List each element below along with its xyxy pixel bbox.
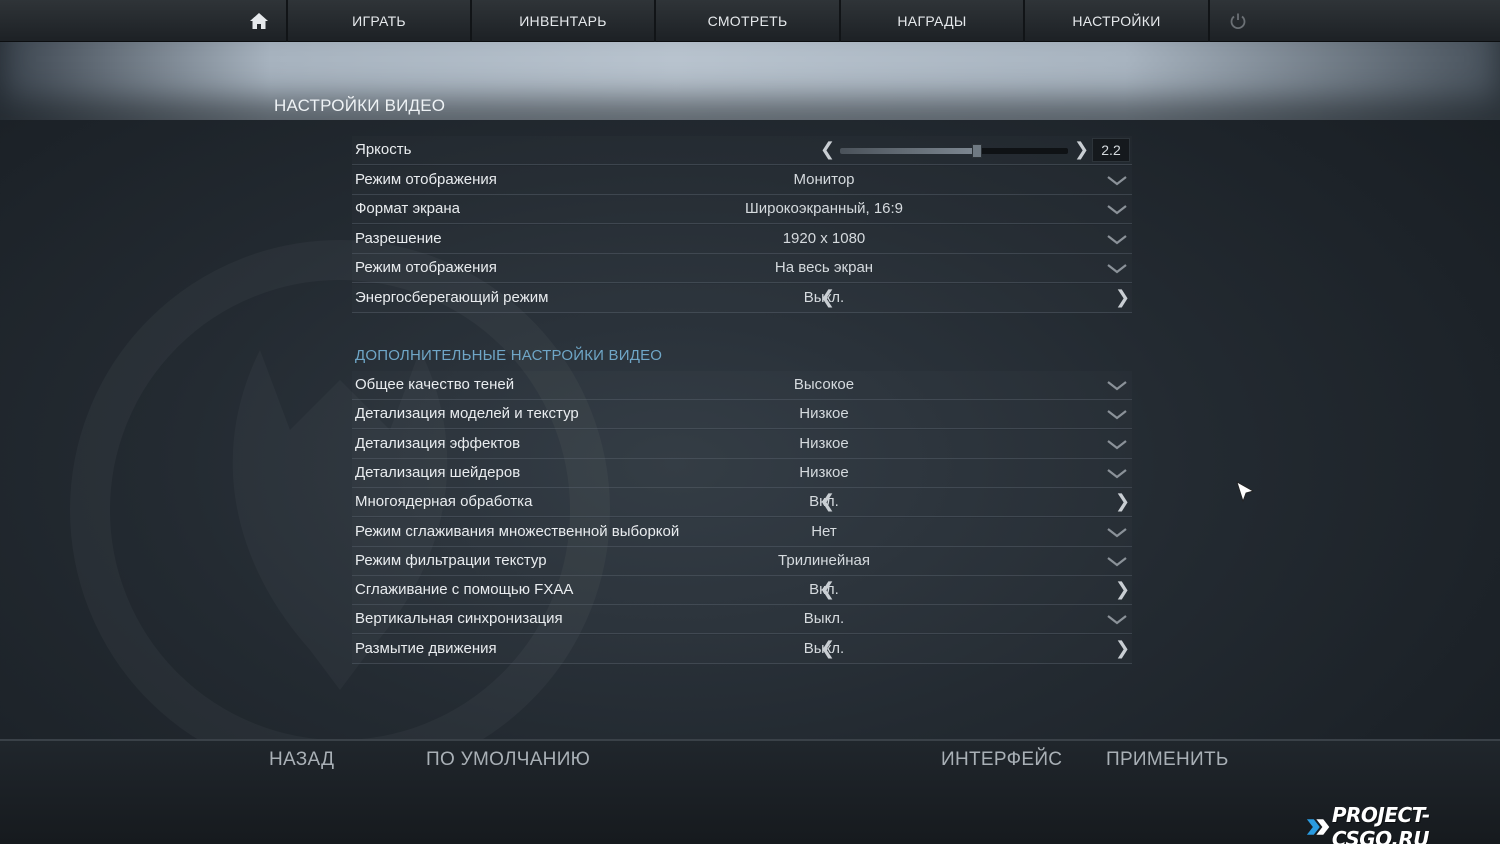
chevron-down-icon[interactable] (1107, 527, 1127, 539)
nav-home[interactable] (232, 0, 288, 42)
watermark: PROJECT-CSGO.RU (1306, 803, 1500, 844)
setting-value: 1920 x 1080 (782, 229, 866, 247)
setting-row[interactable]: Разрешение 1920 x 1080 (352, 225, 1132, 254)
mouse-cursor-icon (1236, 481, 1255, 503)
setting-value: Выкл. (803, 610, 845, 628)
watermark-text: PROJECT-CSGO.RU (1331, 803, 1430, 844)
setting-row[interactable]: Энергосберегающий режим Выкл. ❮ ❯ (352, 284, 1132, 313)
chevron-down-icon[interactable] (1107, 409, 1127, 421)
slider-fill (840, 148, 977, 154)
setting-row[interactable]: Детализация шейдеров Низкое (352, 459, 1132, 488)
setting-row[interactable]: Детализация эффектов Низкое (352, 430, 1132, 459)
brightness-value-input[interactable]: 2.2 (1092, 138, 1130, 162)
setting-label: Размытие движения (355, 639, 497, 657)
home-icon (250, 13, 268, 29)
setting-label: Режим отображения (355, 170, 497, 188)
chevron-down-icon[interactable] (1107, 263, 1127, 275)
setting-row[interactable]: Режим отображения Монитор (352, 166, 1132, 195)
setting-value: Трилинейная (778, 551, 870, 569)
arrow-right-icon[interactable]: ❯ (1115, 287, 1130, 308)
page-title: НАСТРОЙКИ ВИДЕО (274, 96, 446, 115)
nav-inventory[interactable]: ИНВЕНТАРЬ (472, 0, 656, 42)
setting-row[interactable]: Режим отображения На весь экран (352, 254, 1132, 283)
nav-awards[interactable]: НАГРАДЫ (841, 0, 1025, 42)
setting-value: На весь экран (774, 259, 874, 276)
setting-row[interactable]: Многоядерная обработка Вкл. ❮ ❯ (352, 488, 1132, 518)
nav-power[interactable] (1210, 0, 1266, 42)
chevron-down-icon[interactable] (1107, 234, 1127, 246)
setting-value: Монитор (793, 170, 855, 188)
slider-handle[interactable] (971, 144, 982, 158)
setting-label: Детализация шейдеров (355, 463, 521, 481)
interface-button[interactable]: ИНТЕРФЕЙС (941, 749, 1062, 771)
arrow-right-icon[interactable]: ❯ (1074, 139, 1089, 160)
arrow-left-icon[interactable]: ❮ (820, 491, 835, 512)
top-navigation: ИГРАТЬ ИНВЕНТАРЬ СМОТРЕТЬ НАГРАДЫ НАСТРО… (0, 0, 1500, 42)
default-button[interactable]: ПО УМОЛЧАНИЮ (426, 749, 590, 771)
setting-label: Вертикальная синхронизация (355, 610, 563, 628)
chevron-down-icon[interactable] (1107, 175, 1127, 187)
arrow-right-icon[interactable]: ❯ (1115, 491, 1130, 512)
setting-label: Многоядерная обработка (355, 493, 533, 511)
chevron-down-icon[interactable] (1107, 614, 1127, 626)
setting-value: Нет (811, 522, 837, 540)
chevron-down-icon[interactable] (1107, 556, 1127, 568)
setting-value: Высокое (793, 376, 855, 393)
power-icon (1230, 13, 1246, 30)
setting-value: Низкое (799, 434, 849, 452)
setting-label: Разрешение (355, 229, 442, 247)
back-button[interactable]: НАЗАД (269, 749, 334, 771)
setting-value: Низкое (799, 463, 849, 481)
setting-label: Режим фильтрации текстур (355, 551, 547, 569)
nav-settings[interactable]: НАСТРОЙКИ (1025, 0, 1210, 42)
brightness-slider[interactable] (840, 144, 1068, 158)
section-title-advanced: ДОПОЛНИТЕЛЬНЫЕ НАСТРОЙКИ ВИДЕО (355, 347, 663, 364)
chevron-down-icon[interactable] (1107, 204, 1127, 216)
nav-play[interactable]: ИГРАТЬ (288, 0, 472, 42)
chevron-down-icon[interactable] (1107, 439, 1127, 451)
setting-label: Общее качество теней (355, 376, 515, 393)
arrow-left-icon[interactable]: ❮ (820, 579, 835, 600)
chevron-down-icon[interactable] (1107, 380, 1127, 392)
setting-row[interactable]: Режим сглаживания множественной выборкой… (352, 518, 1132, 547)
setting-label: Детализация эффектов (355, 434, 521, 452)
chevron-down-icon[interactable] (1107, 468, 1127, 480)
setting-value: Широкоэкранный, 16:9 (744, 200, 904, 217)
nav-watch[interactable]: СМОТРЕТЬ (656, 0, 841, 42)
setting-label: Детализация моделей и текстур (355, 405, 579, 423)
setting-row[interactable]: Режим фильтрации текстур Трилинейная (352, 547, 1132, 576)
setting-row[interactable]: Формат экрана Широкоэкранный, 16:9 (352, 195, 1132, 224)
setting-label: Режим отображения (355, 259, 497, 276)
setting-label: Сглаживание с помощью FXAA (355, 581, 574, 599)
setting-label: Формат экрана (355, 200, 460, 217)
arrow-left-icon[interactable]: ❮ (820, 287, 835, 308)
setting-row-brightness: Яркость ❮ ❯ 2.2 (352, 136, 1132, 165)
setting-label: Режим сглаживания множественной выборкой (355, 522, 680, 540)
arrow-left-icon[interactable]: ❮ (820, 139, 835, 160)
setting-row[interactable]: Размытие движения Выкл. ❮ ❯ (352, 635, 1132, 664)
setting-value: Низкое (799, 405, 849, 423)
setting-row[interactable]: Общее качество теней Высокое (352, 371, 1132, 400)
setting-label: Энергосберегающий режим (355, 288, 549, 306)
double-chevron-icon (1306, 819, 1330, 835)
setting-label: Яркость (355, 141, 412, 158)
apply-button[interactable]: ПРИМЕНИТЬ (1106, 749, 1229, 771)
setting-row[interactable]: Вертикальная синхронизация Выкл. (352, 605, 1132, 635)
arrow-right-icon[interactable]: ❯ (1115, 579, 1130, 600)
header-band (0, 42, 1500, 120)
setting-row[interactable]: Детализация моделей и текстур Низкое (352, 400, 1132, 430)
arrow-left-icon[interactable]: ❮ (820, 638, 835, 659)
arrow-right-icon[interactable]: ❯ (1115, 638, 1130, 659)
bottom-bar (0, 739, 1500, 844)
setting-row[interactable]: Сглаживание с помощью FXAA Вкл. ❮ ❯ (352, 576, 1132, 606)
